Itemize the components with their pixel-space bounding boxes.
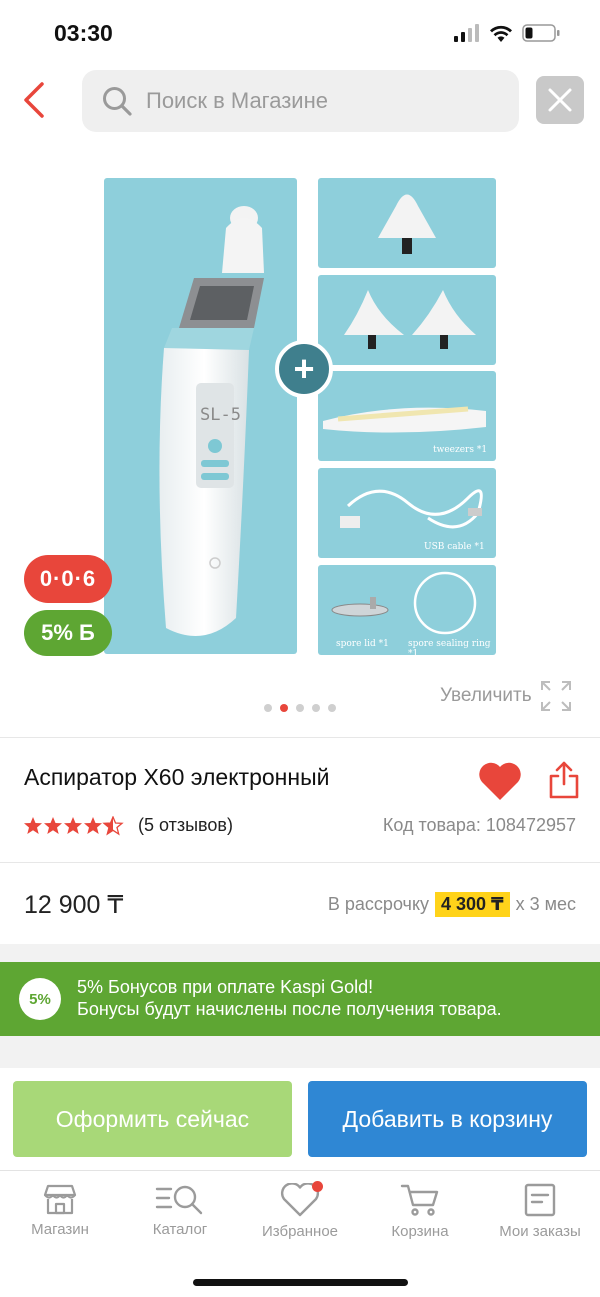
caption-usb-cable: USB cable *1 xyxy=(424,542,485,552)
bottom-tab-bar: Магазин Каталог Избранное Корзина Мои за… xyxy=(0,1170,600,1260)
buy-now-button[interactable]: Оформить сейчас xyxy=(13,1081,292,1157)
add-to-cart-button[interactable]: Добавить в корзину xyxy=(308,1081,587,1157)
search-row xyxy=(0,68,600,134)
pagination-dot[interactable] xyxy=(296,704,304,712)
thumb-tweezers[interactable]: tweezers *1 xyxy=(318,371,496,461)
pagination-dot-active[interactable] xyxy=(280,704,288,712)
shop-icon xyxy=(43,1184,77,1215)
catalog-icon xyxy=(155,1185,203,1215)
reviews-link[interactable]: (5 отзывов) xyxy=(138,815,233,836)
product-price: 12 900 ₸ xyxy=(24,891,124,919)
rating-row: (5 отзывов) xyxy=(24,815,233,836)
pagination-dot[interactable] xyxy=(312,704,320,712)
bonus-badge: 5% Б xyxy=(24,610,112,656)
installment-badge: 0·0·6 xyxy=(24,555,112,603)
svg-text:SL-5: SL-5 xyxy=(200,405,241,425)
search-input[interactable] xyxy=(146,88,486,114)
divider xyxy=(0,862,600,863)
chevron-left-icon xyxy=(24,82,44,118)
tab-catalog[interactable]: Каталог xyxy=(120,1171,240,1260)
plus-icon: + xyxy=(275,340,333,398)
bonus-banner: 5% 5% Бонусов при оплате Kaspi Gold! Бон… xyxy=(0,962,600,1036)
pagination-dots xyxy=(264,704,336,712)
section-spacer xyxy=(0,1036,600,1068)
tab-shop[interactable]: Магазин xyxy=(0,1171,120,1260)
installment-prefix: В рассрочку xyxy=(327,894,430,914)
home-indicator xyxy=(193,1279,408,1286)
tab-label: Мои заказы xyxy=(499,1223,581,1240)
zoom-label: Увеличить xyxy=(440,685,532,706)
status-time: 03:30 xyxy=(54,20,113,46)
pagination-dot[interactable] xyxy=(328,704,336,712)
bonus-line-2: Бонусы будут начислены после получения т… xyxy=(77,999,502,1019)
tab-label: Корзина xyxy=(391,1223,449,1240)
caption-sealing-ring: spore sealing ring *1 xyxy=(408,639,491,655)
installment-suffix: x 3 мес xyxy=(515,894,576,914)
share-button[interactable] xyxy=(548,760,580,800)
aspirator-illustration: SL-5 xyxy=(159,206,264,636)
close-icon xyxy=(548,88,572,112)
zoom-button[interactable]: Увеличить xyxy=(440,680,572,712)
thumb-usb-cable[interactable]: USB cable *1 xyxy=(318,468,496,558)
tab-label: Избранное xyxy=(261,1223,339,1240)
installment-amount: 4 300 ₸ xyxy=(435,892,510,917)
tab-favorites[interactable]: Избранное xyxy=(240,1171,360,1260)
heart-icon xyxy=(479,762,521,800)
product-gallery[interactable]: SL-5 tweezers *1 USB cable *1 spore lid … xyxy=(0,170,600,670)
search-icon xyxy=(103,87,132,116)
share-icon xyxy=(549,761,579,799)
notification-dot xyxy=(312,1181,323,1192)
wifi-icon xyxy=(490,25,512,42)
close-button[interactable] xyxy=(536,76,584,124)
status-icons xyxy=(454,24,560,42)
installment-info: В рассрочку 4 300 ₸ x 3 мес xyxy=(328,892,576,917)
section-spacer xyxy=(0,944,600,962)
thumb-nozzle[interactable] xyxy=(318,178,496,268)
battery-icon xyxy=(522,24,560,42)
thumb-spore-lid[interactable]: spore lid *1 spore sealing ring *1 xyxy=(318,565,496,655)
thumb-nozzles[interactable] xyxy=(318,275,496,365)
favorite-button[interactable] xyxy=(478,760,522,802)
tab-label: Магазин xyxy=(31,1221,89,1238)
bonus-text: 5% Бонусов при оплате Kaspi Gold! Бонусы… xyxy=(77,976,502,1020)
product-sku: Код товара: 108472957 xyxy=(382,815,576,835)
rating-stars xyxy=(24,815,124,835)
tab-orders[interactable]: Мои заказы xyxy=(480,1171,600,1260)
orders-icon xyxy=(524,1183,556,1217)
signal-icon xyxy=(454,24,479,42)
divider xyxy=(0,737,600,738)
status-bar: 03:30 xyxy=(0,0,600,66)
back-button[interactable] xyxy=(18,78,54,122)
product-title: Аспиратор X60 электронный xyxy=(24,764,330,790)
cart-icon xyxy=(400,1184,439,1216)
bonus-percent-icon: 5% xyxy=(19,978,61,1020)
pagination-dot[interactable] xyxy=(264,704,272,712)
search-box[interactable] xyxy=(82,70,519,132)
caption-spore-lid: spore lid *1 xyxy=(336,639,389,649)
tab-label: Каталог xyxy=(152,1221,208,1238)
expand-icon xyxy=(540,681,571,711)
product-main-image: SL-5 xyxy=(104,178,297,654)
bonus-line-1: 5% Бонусов при оплате Kaspi Gold! xyxy=(77,977,374,997)
tab-cart[interactable]: Корзина xyxy=(360,1171,480,1260)
caption-tweezers: tweezers *1 xyxy=(433,445,488,455)
